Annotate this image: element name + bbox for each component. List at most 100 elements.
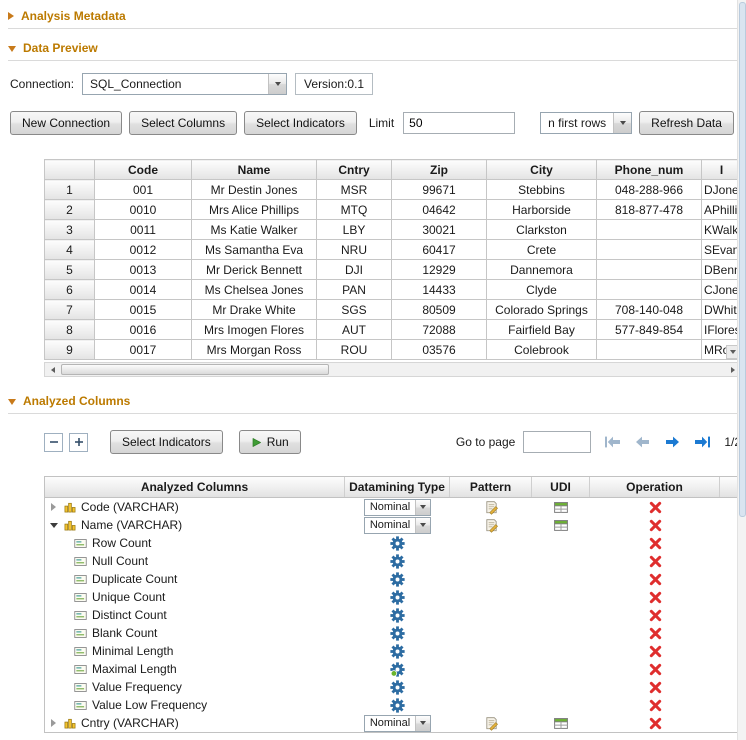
- limit-input[interactable]: [403, 112, 515, 134]
- table-cell: Fairfield Bay: [487, 320, 597, 340]
- run-button-2[interactable]: Run: [239, 430, 301, 454]
- delete-icon[interactable]: [649, 519, 662, 532]
- collapse-all-button[interactable]: [44, 433, 63, 452]
- refresh-data-button[interactable]: Refresh Data: [639, 111, 734, 135]
- datamining-type-select[interactable]: Nominal: [364, 499, 431, 516]
- delete-icon[interactable]: [649, 681, 662, 694]
- operation-cell: [590, 642, 720, 660]
- table-cell: Mr Derick Bennett: [192, 260, 317, 280]
- chevron-down-icon: [613, 113, 631, 133]
- delete-icon[interactable]: [649, 573, 662, 586]
- delete-icon[interactable]: [649, 663, 662, 676]
- delete-icon[interactable]: [649, 717, 662, 730]
- scroll-left-button[interactable]: [45, 363, 60, 376]
- indicator-row[interactable]: Minimal Length: [45, 642, 740, 660]
- gear-icon[interactable]: [390, 698, 405, 713]
- connection-select[interactable]: SQL_Connection: [82, 73, 287, 95]
- table-row[interactable]: 20010Mrs Alice PhillipsMTQ04642Harborsid…: [45, 200, 742, 220]
- table-row[interactable]: 70015Mr Drake WhiteSGS80509Colorado Spri…: [45, 300, 742, 320]
- datamining-type-select[interactable]: Nominal: [364, 715, 431, 732]
- prev-page-button[interactable]: [634, 435, 651, 449]
- goto-page-input[interactable]: [523, 431, 591, 453]
- delete-icon[interactable]: [649, 699, 662, 712]
- collapse-row-icon[interactable]: [50, 521, 59, 530]
- table-row[interactable]: 80016Mrs Imogen FloresAUT72088Fairfield …: [45, 320, 742, 340]
- indicator-row[interactable]: Unique Count: [45, 588, 740, 606]
- select-indicators-button[interactable]: Select Indicators: [244, 111, 357, 135]
- pattern-icon[interactable]: [484, 500, 499, 515]
- pattern-icon[interactable]: [484, 716, 499, 731]
- separator: [8, 28, 738, 29]
- udi-icon[interactable]: [554, 520, 568, 531]
- table-cell: APhillip: [702, 200, 742, 220]
- gear-icon[interactable]: [390, 680, 405, 695]
- first-page-button[interactable]: [604, 435, 621, 449]
- indicator-row[interactable]: Duplicate Count: [45, 570, 740, 588]
- column-header: Analyzed Columns: [45, 477, 345, 497]
- udi-icon[interactable]: [554, 718, 568, 729]
- table-row[interactable]: 50013Mr Derick BennettDJI12929DannemoraD…: [45, 260, 742, 280]
- operation-cell: [590, 588, 720, 606]
- indicator-row[interactable]: Row Count: [45, 534, 740, 552]
- select-indicators-button-2[interactable]: Select Indicators: [110, 430, 223, 454]
- vertical-scrollbar[interactable]: [737, 0, 746, 740]
- gear-icon[interactable]: [390, 536, 405, 551]
- indicator-icon: [74, 701, 87, 710]
- data-preview-table-container: CodeNameCntryZipCityPhone_numI 1001Mr De…: [44, 159, 741, 377]
- udi-cell: [532, 714, 590, 732]
- scrollbar-thumb[interactable]: [61, 364, 329, 375]
- delete-icon[interactable]: [649, 555, 662, 568]
- next-page-button[interactable]: [664, 435, 681, 449]
- row-number: 6: [45, 280, 95, 300]
- section-analysis-metadata[interactable]: Analysis Metadata: [8, 6, 746, 26]
- data-preview-table: CodeNameCntryZipCityPhone_numI 1001Mr De…: [44, 159, 742, 360]
- datamining-cell: [345, 624, 450, 642]
- scrollbar-thumb[interactable]: [739, 2, 746, 517]
- expand-row-icon[interactable]: [50, 503, 59, 512]
- delete-icon[interactable]: [649, 591, 662, 604]
- last-page-button[interactable]: [694, 435, 711, 449]
- indicator-row[interactable]: Blank Count: [45, 624, 740, 642]
- gear-icon[interactable]: [390, 608, 405, 623]
- row-name-cell: Duplicate Count: [45, 572, 345, 586]
- column-header: I: [702, 160, 742, 180]
- analyzed-column-row[interactable]: Name (VARCHAR)Nominal: [45, 516, 740, 534]
- gear-icon[interactable]: [390, 626, 405, 641]
- section-data-preview[interactable]: Data Preview: [8, 38, 746, 58]
- pattern-icon[interactable]: [484, 518, 499, 533]
- table-row[interactable]: 40012Ms Samantha EvaNRU60417CreteSEvans: [45, 240, 742, 260]
- gear-icon[interactable]: [390, 662, 405, 677]
- gear-icon[interactable]: [390, 590, 405, 605]
- gear-icon[interactable]: [390, 554, 405, 569]
- gear-icon[interactable]: [390, 572, 405, 587]
- indicator-row[interactable]: Value Frequency: [45, 678, 740, 696]
- table-row[interactable]: 1001Mr Destin JonesMSR99671Stebbins048-2…: [45, 180, 742, 200]
- analyzed-column-row[interactable]: Code (VARCHAR)Nominal: [45, 498, 740, 516]
- analyzed-column-row[interactable]: Cntry (VARCHAR)Nominal: [45, 714, 740, 732]
- delete-icon[interactable]: [649, 609, 662, 622]
- table-row[interactable]: 60014Ms Chelsea JonesPAN14433ClydeCJones: [45, 280, 742, 300]
- horizontal-scrollbar[interactable]: [44, 362, 741, 377]
- delete-icon[interactable]: [649, 537, 662, 550]
- expand-all-button[interactable]: [69, 433, 88, 452]
- select-columns-button[interactable]: Select Columns: [129, 111, 237, 135]
- datamining-type-select[interactable]: Nominal: [364, 517, 431, 534]
- delete-icon[interactable]: [649, 645, 662, 658]
- indicator-row[interactable]: Distinct Count: [45, 606, 740, 624]
- table-row[interactable]: 30011Ms Katie WalkerLBY30021ClarkstonKWa…: [45, 220, 742, 240]
- delete-icon[interactable]: [649, 501, 662, 514]
- udi-icon[interactable]: [554, 502, 568, 513]
- expand-row-icon[interactable]: [50, 719, 59, 728]
- section-analyzed-columns[interactable]: Analyzed Columns: [8, 391, 746, 411]
- rows-mode-select[interactable]: n first rows: [540, 112, 632, 134]
- table-cell: Dannemora: [487, 260, 597, 280]
- gear-icon[interactable]: [390, 644, 405, 659]
- indicator-row[interactable]: Value Low Frequency: [45, 696, 740, 714]
- indicator-row[interactable]: Null Count: [45, 552, 740, 570]
- delete-icon[interactable]: [649, 627, 662, 640]
- udi-cell: [532, 534, 590, 552]
- new-connection-button[interactable]: New Connection: [10, 111, 122, 135]
- table-row[interactable]: 90017Mrs Morgan RossROU03576ColebrookMRo…: [45, 340, 742, 360]
- indicator-row[interactable]: Maximal Length: [45, 660, 740, 678]
- indicator-label: Distinct Count: [92, 608, 167, 622]
